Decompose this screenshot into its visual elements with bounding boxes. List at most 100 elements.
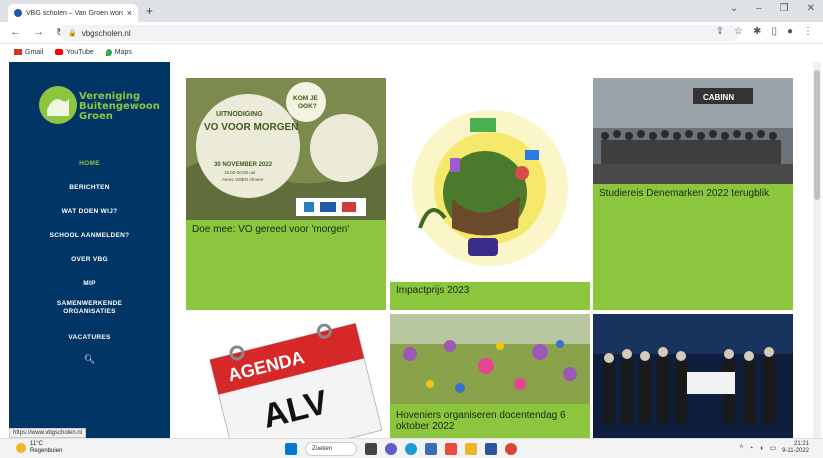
system-tray: ^ ◔ ◖ ▭ 21:21 9-11-2022	[740, 441, 809, 455]
logo-text: Vereniging Buitengewoon Groen	[79, 92, 160, 122]
post-card-impactprijs[interactable]: Impactprijs 2023	[390, 78, 590, 310]
chevron-down-icon[interactable]: ⌄	[730, 3, 738, 14]
page-scrollbar[interactable]	[813, 62, 821, 438]
post-title-line-1: Hoveniers organiseren docentendag 6	[396, 410, 566, 421]
main-menu: HOME BERICHTEN WAT DOEN WIJ? SCHOOL AANM…	[9, 152, 170, 365]
minimize-button[interactable]: –	[756, 3, 762, 14]
volume-icon[interactable]: ◖	[759, 445, 763, 452]
forward-arrow-icon[interactable]: →	[33, 26, 44, 39]
post-card-hoveniers[interactable]: Hoveniers organiseren docentendag 6 okto…	[390, 314, 590, 438]
post-card-vo-gereed[interactable]: UITNODIGING VO VOOR MORGEN 30 NOVEMBER 2…	[186, 78, 386, 310]
poster-date: 30 NOVEMBER 2022	[214, 162, 273, 168]
menu-item-home[interactable]: HOME	[9, 152, 170, 176]
browser-toolbar: ⇪ ☆ ✱ ▯ ● ⋮	[716, 26, 813, 37]
menu-item-vacatures[interactable]: VACATURES	[9, 326, 170, 350]
menu-item-over-vbg[interactable]: OVER VBG	[9, 248, 170, 272]
new-tab-button[interactable]: +	[146, 4, 153, 18]
profile-icon[interactable]: ●	[787, 26, 793, 37]
poster-place: Aeres VMBO Almere	[222, 177, 264, 182]
post-title-line-2: oktober 2022	[396, 421, 455, 432]
status-url-tooltip: https://www.vbgscholen.nl	[9, 428, 87, 438]
maps-pin-icon	[105, 48, 112, 56]
site-logo[interactable]: Vereniging Buitengewoon Groen	[39, 82, 160, 132]
menu-item-school-aanmelden[interactable]: SCHOOL AANMELDEN?	[9, 224, 170, 248]
task-view-icon[interactable]	[365, 443, 377, 455]
poster-bubble-line-1: KOM JE	[293, 95, 319, 102]
nav-buttons: ← → ↻	[10, 26, 65, 39]
url-field[interactable]: 🔒 vbgscholen.nl	[60, 25, 740, 41]
star-icon[interactable]: ☆	[734, 26, 743, 37]
weather-temp: 11°C	[30, 441, 43, 447]
extensions-icon[interactable]: ✱	[753, 26, 761, 37]
tab-title: VBG scholen – Van Groen word ...	[26, 9, 123, 17]
post-image-agenda-calendar: AGENDA ALV	[186, 314, 386, 438]
lock-icon: 🔒	[68, 30, 77, 37]
weather-widget[interactable]: 11°C Regenbuien	[16, 441, 62, 455]
menu-item-mip[interactable]: MIP	[9, 272, 170, 296]
office-icon[interactable]	[445, 443, 457, 455]
battery-icon[interactable]: ▭	[769, 444, 776, 452]
post-image-poster: UITNODIGING VO VOOR MORGEN 30 NOVEMBER 2…	[186, 78, 386, 220]
menu-label-line-1: SAMENWERKENDE	[56, 300, 123, 307]
windows-start-icon[interactable]	[285, 443, 297, 455]
menu-item-wat-doen-wij[interactable]: WAT DOEN WIJ?	[9, 200, 170, 224]
bookmark-maps[interactable]: Maps	[105, 48, 132, 56]
post-title[interactable]: Studiereis Denemarken 2022 terugblik	[599, 188, 769, 199]
post-image-impact-illustration	[390, 78, 590, 280]
url-text: vbgscholen.nl	[81, 28, 131, 38]
bookmark-label: Maps	[114, 48, 132, 56]
scrollbar-thumb[interactable]	[814, 70, 820, 200]
bookmark-gmail[interactable]: Gmail	[14, 49, 43, 56]
chrome-icon[interactable]	[505, 443, 517, 455]
weather-desc: Regenbuien	[30, 448, 63, 454]
chat-icon[interactable]	[385, 443, 397, 455]
close-window-button[interactable]: ✕	[807, 3, 815, 14]
bookmark-youtube[interactable]: YouTube	[55, 49, 94, 56]
post-card-agenda-alv[interactable]: AGENDA ALV	[186, 314, 386, 438]
post-title[interactable]: Doe mee: VO gereed voor 'morgen'	[192, 224, 349, 235]
menu-item-samenwerkende-organisaties[interactable]: SAMENWERKENDE ORGANISATIES	[9, 296, 170, 326]
poster-invite: UITNODIGING	[216, 111, 263, 118]
clock-date: 9-11-2022	[782, 448, 809, 454]
weather-icon	[16, 443, 26, 453]
site-favicon-icon	[14, 9, 22, 17]
close-tab-icon[interactable]: ×	[127, 8, 132, 18]
post-title[interactable]: Impactprijs 2023	[396, 285, 469, 296]
youtube-icon	[55, 49, 64, 55]
os-taskbar: 11°C Regenbuien Zoeken ^ ◔ ◖ ▭ 21:21 9-1…	[0, 438, 823, 458]
post-image-flowers	[390, 314, 590, 404]
bookmarks-bar: Gmail YouTube Maps	[0, 44, 823, 60]
poster-headline: VO VOOR MORGEN	[204, 122, 298, 133]
poster-bubble-line-2: OOK?	[298, 103, 317, 110]
chevron-up-icon[interactable]: ^	[740, 445, 743, 452]
bookmark-label: YouTube	[66, 48, 94, 56]
explorer-icon[interactable]	[465, 443, 477, 455]
restore-button[interactable]: ❐	[780, 3, 789, 14]
menu-item-berichten[interactable]: BERICHTEN	[9, 176, 170, 200]
system-clock[interactable]: 21:21 9-11-2022	[782, 441, 809, 455]
back-arrow-icon[interactable]: ←	[10, 26, 21, 39]
search-icon[interactable]: 🔍︎	[9, 354, 170, 365]
wifi-icon[interactable]: ◔	[749, 445, 753, 452]
edge-icon[interactable]	[405, 443, 417, 455]
store-icon[interactable]	[425, 443, 437, 455]
poster-time: 15:00-20:00 uur	[224, 170, 256, 175]
menu-dots-icon[interactable]: ⋮	[803, 26, 813, 37]
address-bar-row: ← → ↻ 🔒 vbgscholen.nl ⇪ ☆ ✱ ▯ ● ⋮	[0, 22, 823, 44]
web-page: Vereniging Buitengewoon Groen HOME BERIC…	[0, 60, 823, 438]
post-card-cheque[interactable]	[593, 314, 793, 438]
menu-label-line-2: ORGANISATIES	[63, 308, 116, 315]
taskbar-search[interactable]: Zoeken	[305, 442, 357, 456]
post-title[interactable]: Hoveniers organiseren docentendag 6 okto…	[396, 410, 566, 432]
word-icon[interactable]	[485, 443, 497, 455]
sign-text: CABINN	[703, 93, 734, 102]
clock-time: 21:21	[793, 441, 809, 447]
post-card-studiereis[interactable]: CABINN Studiereis Denemarken 2022 terugb…	[593, 78, 793, 310]
sidepanel-icon[interactable]: ▯	[771, 26, 777, 37]
browser-tab[interactable]: VBG scholen – Van Groen word ... ×	[8, 4, 138, 22]
bookmark-label: Gmail	[25, 48, 44, 56]
browser-tab-bar: VBG scholen – Van Groen word ... × + ⌄ –…	[0, 0, 823, 22]
post-image-award-photo	[593, 314, 793, 438]
share-icon[interactable]: ⇪	[716, 26, 724, 37]
logo-emblem-icon	[39, 86, 77, 124]
